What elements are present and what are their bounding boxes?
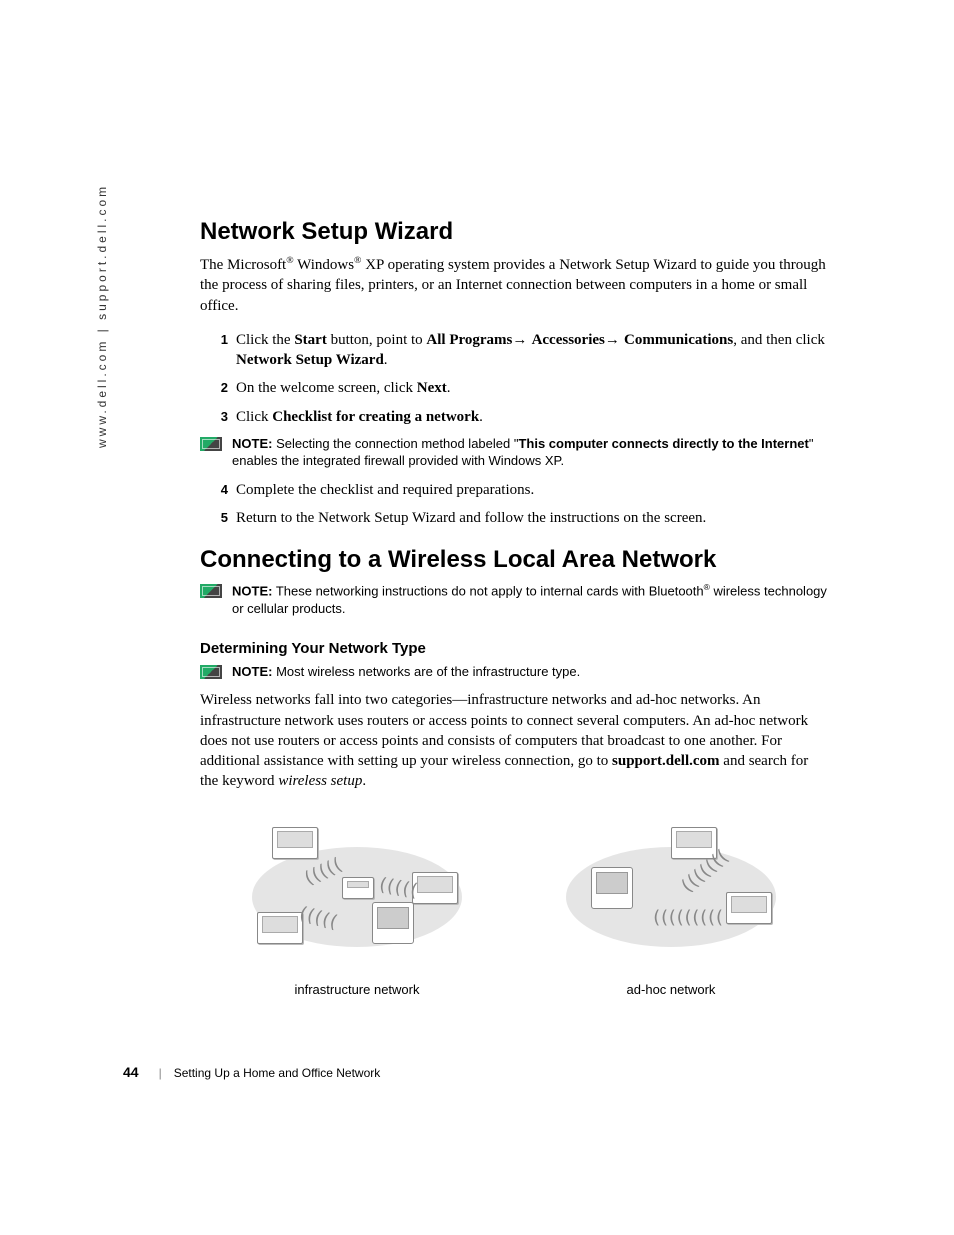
step-text: . xyxy=(479,409,483,425)
diagrams-row: ((((( ((((( ((((( infrastructure network… xyxy=(200,822,828,997)
intro-text-2: Windows xyxy=(294,257,354,273)
steps-list: 1 Click the Start button, point to All P… xyxy=(200,330,828,427)
note-text: Most wireless networks are of the infras… xyxy=(272,664,580,679)
note-block: NOTE: These networking instructions do n… xyxy=(200,582,828,617)
desktop-icon xyxy=(591,867,633,909)
note-icon xyxy=(200,584,222,598)
step-text: Click the xyxy=(236,332,294,348)
ui-label-next: Next xyxy=(417,380,447,396)
page-footer: 44 | Setting Up a Home and Office Networ… xyxy=(123,1064,380,1080)
diagram-adhoc: ((((((( ((((((((( ad-hoc network xyxy=(556,822,786,997)
intro-paragraph: The Microsoft® Windows® XP operating sys… xyxy=(200,254,828,316)
ui-label-communications: Communications xyxy=(624,332,733,348)
page-body: Network Setup Wizard The Microsoft® Wind… xyxy=(200,218,828,997)
step-text: button, point to xyxy=(327,332,427,348)
step-2: 2 On the welcome screen, click Next. xyxy=(200,378,828,398)
heading-network-setup-wizard: Network Setup Wizard xyxy=(200,218,828,246)
footer-separator-icon: | xyxy=(159,1066,162,1080)
step-4: 4 Complete the checklist and required pr… xyxy=(200,480,828,500)
body-paragraph: Wireless networks fall into two categori… xyxy=(200,690,828,791)
arrow-icon: → xyxy=(512,331,531,348)
registered-mark-icon: ® xyxy=(286,255,293,266)
note-label: NOTE: xyxy=(232,584,272,599)
ui-label-start: Start xyxy=(294,332,327,348)
step-text: Complete the checklist and required prep… xyxy=(236,480,534,500)
note-icon xyxy=(200,437,222,451)
diagram-caption-infrastructure: infrastructure network xyxy=(295,982,420,997)
laptop-icon xyxy=(726,892,772,924)
intro-text-1: The Microsoft xyxy=(200,257,286,273)
page-number: 44 xyxy=(123,1064,139,1080)
step-text: Return to the Network Setup Wizard and f… xyxy=(236,508,706,528)
arrow-icon: → xyxy=(605,331,624,348)
note-block: NOTE: Most wireless networks are of the … xyxy=(200,663,828,681)
step-text: , and then click xyxy=(733,332,825,348)
step-text: Click xyxy=(236,409,272,425)
step-text: . xyxy=(384,352,388,368)
note-label: NOTE: xyxy=(232,664,272,679)
step-number: 3 xyxy=(200,408,228,426)
note-icon xyxy=(200,665,222,679)
diagram-infrastructure: ((((( ((((( ((((( infrastructure network xyxy=(242,822,472,997)
keyword-text: wireless setup xyxy=(278,773,362,789)
step-number: 4 xyxy=(200,481,228,499)
laptop-icon xyxy=(412,872,458,904)
ui-label-accessories: Accessories xyxy=(532,332,605,348)
desktop-icon xyxy=(372,902,414,944)
diagram-caption-adhoc: ad-hoc network xyxy=(627,982,716,997)
note-text: These networking instructions do not app… xyxy=(272,584,703,599)
ui-label-checklist: Checklist for creating a network xyxy=(272,409,479,425)
step-3: 3 Click Checklist for creating a network… xyxy=(200,407,828,427)
sidebar-url-text: www.dell.com | support.dell.com xyxy=(95,184,109,448)
step-number: 1 xyxy=(200,331,228,349)
step-5: 5 Return to the Network Setup Wizard and… xyxy=(200,508,828,528)
step-text: . xyxy=(447,380,451,396)
step-number: 2 xyxy=(200,379,228,397)
ui-label-nsw: Network Setup Wizard xyxy=(236,352,384,368)
wireless-signal-icon: ((((((((( xyxy=(651,907,722,928)
router-icon xyxy=(342,877,374,899)
ui-label-all-programs: All Programs xyxy=(426,332,512,348)
note-quoted: This computer connects directly to the I… xyxy=(518,436,808,451)
heading-wireless-lan: Connecting to a Wireless Local Area Netw… xyxy=(200,546,828,574)
footer-section-title: Setting Up a Home and Office Network xyxy=(174,1066,381,1080)
step-1: 1 Click the Start button, point to All P… xyxy=(200,330,828,371)
steps-list-cont: 4 Complete the checklist and required pr… xyxy=(200,480,828,529)
note-label: NOTE: xyxy=(232,436,272,451)
step-text: On the welcome screen, click xyxy=(236,380,417,396)
step-number: 5 xyxy=(200,509,228,527)
body-text: . xyxy=(362,773,366,789)
note-text: Selecting the connection method labeled … xyxy=(272,436,518,451)
subheading-network-type: Determining Your Network Type xyxy=(200,640,828,657)
support-link-text: support.dell.com xyxy=(612,753,720,769)
note-block: NOTE: Selecting the connection method la… xyxy=(200,435,828,470)
laptop-icon xyxy=(272,827,318,859)
